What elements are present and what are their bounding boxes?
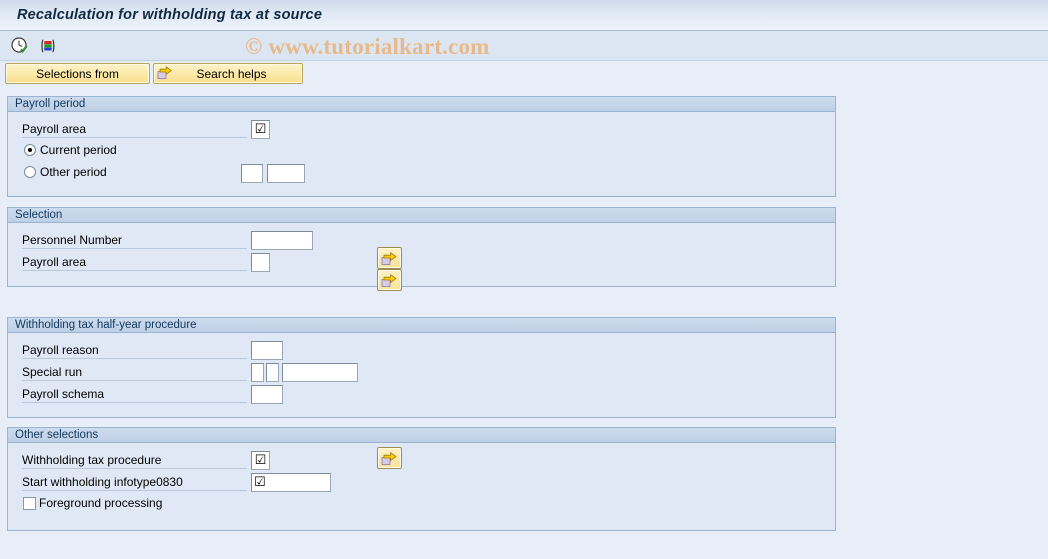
special-run-input-2[interactable] [266, 362, 279, 382]
selection-payroll-area-input[interactable] [251, 252, 270, 272]
panel-withholding-half-year-header: Withholding tax half-year procedure [8, 318, 835, 333]
selection-payroll-area-label: Payroll area [22, 254, 247, 271]
panel-other-selections-body: Withholding tax procedure ☑ Start withho… [8, 443, 835, 530]
row-selection-payroll-area: Payroll area [22, 252, 270, 272]
selections-from-button[interactable]: Selections from [5, 63, 150, 84]
foreground-processing-checkbox-box[interactable] [23, 496, 36, 510]
selection-button-row: Selections from Search helps [0, 61, 1048, 87]
application-toolbar [0, 31, 1048, 61]
row-payroll-schema: Payroll schema [22, 384, 283, 404]
radio-current-period[interactable]: Current period [24, 143, 117, 157]
panel-selection-header: Selection [8, 208, 835, 223]
payroll-area-input[interactable]: ☑ [251, 119, 270, 139]
payroll-schema-label: Payroll schema [22, 386, 247, 403]
panel-payroll-period-body: Payroll area ☑ Current period Other peri… [8, 112, 835, 196]
row-withholding-tax-procedure: Withholding tax procedure ☑ [22, 450, 270, 470]
row-payroll-reason: Payroll reason [22, 340, 283, 360]
radio-other-period-indicator[interactable] [24, 166, 36, 178]
payroll-reason-input[interactable] [251, 340, 283, 360]
yellow-arrow-icon [381, 251, 397, 265]
radio-other-period-label: Other period [40, 165, 107, 179]
checkbox-foreground-processing[interactable]: Foreground processing [23, 496, 162, 510]
row-start-withholding-infotype: Start withholding infotype0830 ☑ [22, 472, 331, 492]
panel-selection: Selection Personnel Number Payroll area [7, 207, 836, 291]
variant-bars-icon[interactable] [37, 35, 59, 57]
start-withholding-infotype-label: Start withholding infotype0830 [22, 474, 247, 491]
personnel-number-label: Personnel Number [22, 232, 247, 249]
personnel-number-input[interactable] [251, 230, 313, 250]
payroll-reason-label: Payroll reason [22, 342, 247, 359]
yellow-arrow-icon [381, 451, 397, 465]
special-run-input-3[interactable] [282, 362, 358, 382]
personnel-number-multiple-selection-button[interactable] [377, 247, 402, 269]
withholding-tax-procedure-label: Withholding tax procedure [22, 452, 247, 469]
panel-payroll-period-header: Payroll period [8, 97, 835, 112]
special-run-input-1[interactable] [251, 362, 264, 382]
payroll-area-label: Payroll area [22, 121, 247, 138]
search-helps-button[interactable]: Search helps [153, 63, 303, 84]
panel-withholding-half-year: Withholding tax half-year procedure Payr… [7, 317, 836, 418]
other-period-input-1[interactable] [241, 164, 263, 183]
start-withholding-infotype-input[interactable]: ☑ [251, 472, 331, 492]
execute-clock-icon[interactable] [9, 35, 31, 57]
yellow-arrow-icon [381, 273, 397, 287]
panel-withholding-half-year-body: Payroll reason Special run Payroll schem… [8, 333, 835, 417]
panel-payroll-period: Payroll period Payroll area ☑ Current pe… [7, 96, 836, 197]
radio-other-period[interactable]: Other period [24, 165, 107, 179]
search-helps-label: Search helps [196, 66, 267, 81]
radio-current-period-indicator[interactable] [24, 144, 36, 156]
row-personnel-number: Personnel Number [22, 230, 313, 250]
payroll-schema-input[interactable] [251, 384, 283, 404]
panel-selection-body: Personnel Number Payroll area [8, 223, 835, 291]
checkbox-check-glyph: ☑ [254, 121, 267, 137]
checkbox-check-glyph: ☑ [254, 474, 266, 490]
page-title: Recalculation for withholding tax at sou… [17, 7, 323, 23]
special-run-label: Special run [22, 364, 247, 381]
row-special-run: Special run [22, 362, 358, 382]
foreground-processing-label: Foreground processing [39, 496, 163, 510]
panel-other-selections: Other selections Withholding tax procedu… [7, 427, 836, 531]
window-title-bar: Recalculation for withholding tax at sou… [0, 0, 1048, 31]
withholding-tax-procedure-multiple-selection-button[interactable] [377, 447, 402, 469]
other-period-input-2[interactable] [267, 164, 305, 183]
row-payroll-area: Payroll area ☑ [22, 119, 270, 139]
selection-payroll-area-multiple-selection-button[interactable] [377, 269, 402, 291]
checkbox-check-glyph: ☑ [254, 452, 267, 468]
withholding-tax-procedure-input[interactable]: ☑ [251, 450, 270, 470]
yellow-arrow-icon [157, 65, 173, 83]
radio-current-period-label: Current period [40, 143, 117, 157]
panel-other-selections-header: Other selections [8, 428, 835, 443]
